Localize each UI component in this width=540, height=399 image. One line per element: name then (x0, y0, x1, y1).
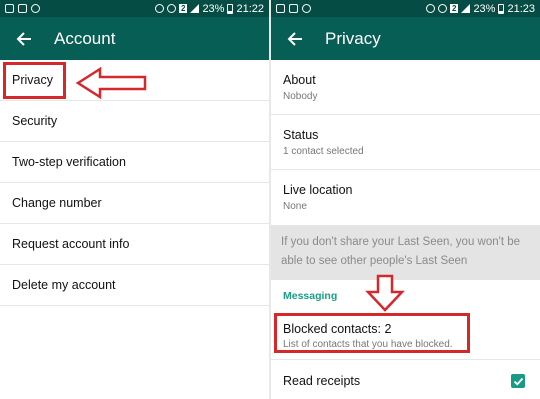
status-bar: 2 23% 21:22 (0, 0, 269, 17)
setting-title: Status (283, 127, 319, 142)
last-seen-note: If you don't share your Last Seen, you w… (271, 226, 540, 280)
privacy-screen: 2 23% 21:23 Privacy About Nobody Status … (271, 0, 540, 399)
back-arrow-icon[interactable] (12, 27, 36, 51)
section-header-messaging: Messaging (283, 290, 338, 302)
battery-icon (227, 3, 234, 14)
notification-icon (302, 4, 311, 13)
cast-icon (18, 4, 27, 13)
read-receipts-checkbox[interactable] (511, 374, 525, 388)
wifi-icon (437, 4, 447, 13)
page-title: Privacy (325, 28, 381, 48)
left-pointing-arrow-icon (76, 66, 147, 100)
menu-item-delete-account[interactable]: Delete my account (0, 265, 269, 306)
app-bar: Account (0, 17, 269, 60)
setting-title: About (283, 72, 316, 87)
signal-icon (190, 4, 200, 13)
setting-read-receipts[interactable]: Read receipts (271, 360, 540, 399)
status-time: 21:22 (236, 2, 264, 15)
setting-status[interactable]: Status 1 contact selected (271, 115, 540, 170)
checkmark-icon (513, 377, 523, 386)
sim-label: 2 (449, 4, 459, 13)
page-title: Account (54, 28, 116, 48)
back-arrow-icon[interactable] (283, 27, 307, 51)
alarm-icon (425, 4, 435, 13)
privacy-highlight-box (3, 62, 66, 99)
setting-title: Read receipts (283, 374, 361, 388)
battery-percent: 23% (202, 2, 225, 15)
image-icon (5, 4, 14, 13)
wifi-icon (166, 4, 176, 13)
image-icon (276, 4, 285, 13)
blocked-contacts-highlight-box (274, 313, 470, 353)
status-bar: 2 23% 21:23 (271, 0, 540, 17)
menu-item-request-account-info[interactable]: Request account info (0, 224, 269, 265)
battery-percent: 23% (473, 2, 496, 15)
setting-value: Nobody (283, 90, 318, 102)
signal-icon (461, 4, 471, 13)
status-time: 21:23 (507, 2, 535, 15)
cast-icon (289, 4, 298, 13)
setting-value: 1 contact selected (283, 145, 364, 157)
menu-item-security[interactable]: Security (0, 101, 269, 142)
setting-live-location[interactable]: Live location None (271, 170, 540, 226)
down-pointing-arrow-icon (365, 274, 405, 312)
notification-icon (31, 4, 40, 13)
menu-item-change-number[interactable]: Change number (0, 183, 269, 224)
setting-about[interactable]: About Nobody (271, 60, 540, 115)
menu-item-two-step-verification[interactable]: Two-step verification (0, 142, 269, 183)
app-bar: Privacy (271, 17, 540, 60)
setting-value: None (283, 201, 307, 212)
sim-label: 2 (178, 4, 188, 13)
battery-icon (498, 3, 505, 14)
setting-title: Live location (283, 183, 353, 197)
alarm-icon (154, 4, 164, 13)
account-screen: 2 23% 21:22 Account Privacy Security Two… (0, 0, 269, 399)
